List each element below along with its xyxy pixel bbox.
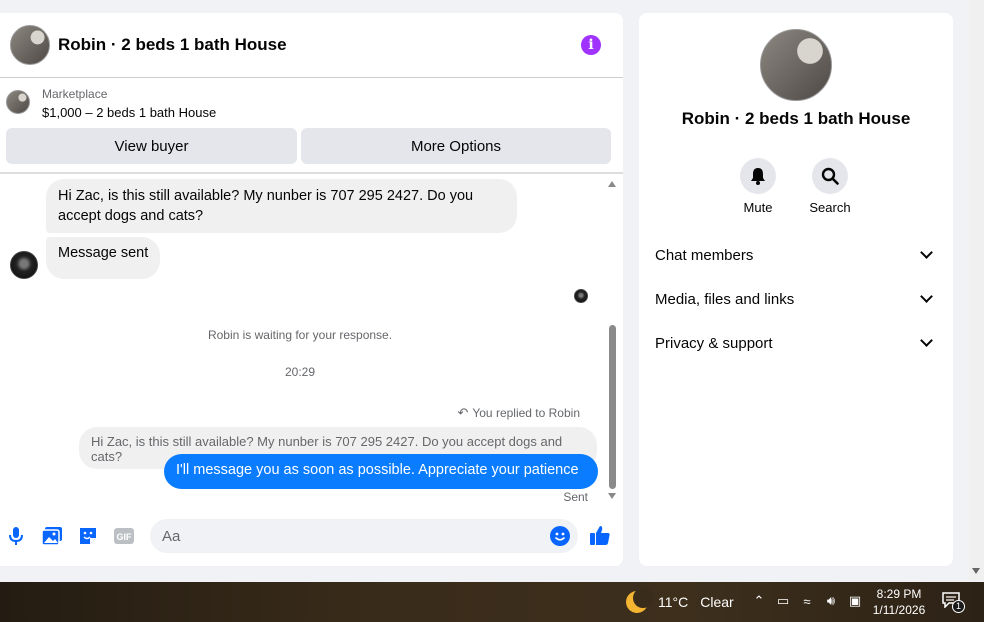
- scroll-up-icon[interactable]: [608, 181, 616, 187]
- section-label: Chat members: [655, 246, 754, 264]
- bell-icon[interactable]: [740, 158, 776, 194]
- battery-icon[interactable]: ▭: [774, 593, 792, 609]
- mute-label: Mute: [743, 200, 773, 215]
- temperature: 11°C: [658, 594, 689, 610]
- search-button[interactable]: Search: [800, 158, 860, 215]
- clock-date: 1/11/2026: [872, 603, 926, 617]
- chat-title[interactable]: Robin · 2 beds 1 bath House: [58, 35, 287, 55]
- timestamp: 20:29: [284, 365, 316, 379]
- listing-thumbnail: [6, 90, 30, 114]
- scroll-down-icon[interactable]: [608, 493, 616, 499]
- avatar[interactable]: [10, 251, 38, 279]
- section-media-files-links[interactable]: Media, files and links: [655, 285, 937, 313]
- divider: [0, 172, 623, 174]
- marketplace-listing[interactable]: Marketplace $1,000 – 2 beds 1 bath House: [6, 87, 216, 120]
- conversation-title: Robin · 2 beds 1 bath House: [681, 109, 911, 128]
- section-label: Media, files and links: [655, 290, 795, 308]
- volume-icon[interactable]: 🔊︎: [822, 593, 840, 609]
- message-status: Sent: [563, 490, 588, 504]
- chevron-down-icon: [920, 290, 933, 303]
- incoming-message[interactable]: Hi Zac, is this still available? My nunb…: [46, 179, 517, 233]
- section-label: Privacy & support: [655, 334, 773, 352]
- scroll-down-icon[interactable]: [972, 568, 980, 574]
- view-buyer-button[interactable]: View buyer: [6, 128, 297, 164]
- listing-title: $1,000 – 2 beds 1 bath House: [42, 105, 217, 120]
- listing-avatar[interactable]: [10, 25, 50, 65]
- search-icon[interactable]: [812, 158, 848, 194]
- system-tray: ⌃ ▭ ≈ 🔊︎ ▣: [750, 593, 864, 609]
- emoji-icon[interactable]: [550, 526, 570, 546]
- reply-icon: ↶: [457, 405, 469, 420]
- section-chat-members[interactable]: Chat members: [655, 241, 937, 269]
- waiting-notice: Robin is waiting for your response.: [207, 328, 393, 342]
- mute-button[interactable]: Mute: [728, 158, 788, 215]
- chat-header: Robin · 2 beds 1 bath House i: [0, 13, 623, 78]
- wifi-icon[interactable]: ≈: [798, 594, 816, 609]
- info-icon[interactable]: i: [581, 35, 601, 55]
- sticker-icon[interactable]: [77, 525, 99, 547]
- message-input[interactable]: [162, 526, 542, 546]
- reply-indicator: ↶ You replied to Robin: [457, 405, 580, 421]
- thumbs-up-icon[interactable]: [589, 524, 611, 546]
- chevron-down-icon: [920, 246, 933, 259]
- profile-avatar[interactable]: [760, 29, 832, 101]
- camera-icon[interactable]: ▣: [846, 593, 864, 609]
- weather-widget[interactable]: 11°C Clear: [626, 588, 734, 613]
- incoming-message[interactable]: Message sent: [46, 237, 161, 279]
- reply-label: You replied to Robin: [472, 406, 580, 420]
- more-options-button[interactable]: More Options: [301, 128, 611, 164]
- chat-panel: Robin · 2 beds 1 bath House i Marketplac…: [0, 13, 623, 566]
- scroll-thumb[interactable]: [609, 325, 616, 489]
- section-privacy-support[interactable]: Privacy & support: [655, 329, 937, 357]
- weather-condition: Clear: [700, 594, 734, 610]
- taskbar-clock[interactable]: 8:29 PM 1/11/2026: [866, 586, 932, 618]
- chevron-up-icon[interactable]: ⌃: [750, 593, 768, 609]
- gif-icon[interactable]: GIF: [113, 525, 135, 547]
- chevron-down-icon: [920, 334, 933, 347]
- outgoing-message[interactable]: I'll message you as soon as possible. Ap…: [164, 454, 598, 489]
- page-scrollbar[interactable]: [969, 0, 984, 580]
- conversation-info-panel: Robin · 2 beds 1 bath House Mute Search …: [639, 13, 953, 566]
- svg-text:GIF: GIF: [117, 532, 133, 542]
- gallery-icon[interactable]: [41, 525, 63, 547]
- moon-icon: [626, 588, 653, 613]
- read-receipt-avatar: [574, 289, 588, 303]
- chat-scrollbar[interactable]: [606, 181, 618, 499]
- notification-icon[interactable]: 1: [942, 592, 965, 613]
- notification-badge: 1: [952, 600, 965, 613]
- message-input-container[interactable]: [150, 519, 578, 553]
- marketplace-label: Marketplace: [42, 87, 108, 101]
- taskbar: 11°C Clear ⌃ ▭ ≈ 🔊︎ ▣ 8:29 PM 1/11/2026 …: [0, 582, 984, 622]
- search-label: Search: [809, 200, 851, 215]
- microphone-icon[interactable]: [5, 525, 27, 547]
- clock-time: 8:29 PM: [876, 587, 922, 601]
